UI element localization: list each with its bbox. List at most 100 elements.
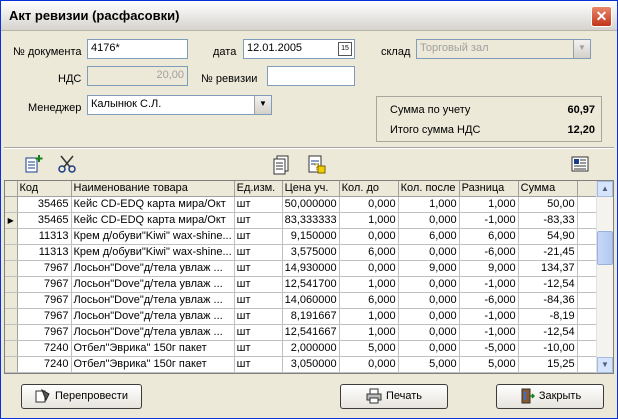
table-cell[interactable]: 0,000	[339, 196, 399, 213]
column-header[interactable]: Цена уч.	[282, 181, 340, 197]
table-cell[interactable]: 7240	[17, 356, 72, 373]
chevron-down-icon[interactable]: ▼	[573, 40, 590, 58]
table-cell[interactable]: шт	[234, 276, 283, 293]
calendar-icon[interactable]: 15	[338, 42, 352, 56]
table-cell[interactable]: 11313	[17, 228, 72, 245]
table-cell[interactable]: шт	[234, 196, 283, 213]
table-cell[interactable]: шт	[234, 340, 283, 357]
table-cell[interactable]: 0,000	[398, 276, 460, 293]
table-cell[interactable]: шт	[234, 228, 283, 245]
scroll-down-icon[interactable]: ▼	[597, 357, 613, 373]
column-header[interactable]: Кол. после	[398, 181, 460, 197]
table-cell[interactable]: 9,150000	[282, 228, 340, 245]
table-row[interactable]: 7240 Отбел"Эврика" 150г пакет шт 2,000000 5,…	[5, 340, 599, 357]
table-cell[interactable]: -5,000	[459, 340, 519, 357]
column-header[interactable]: Наименование товара	[71, 181, 235, 197]
table-cell[interactable]: -12,54	[518, 276, 578, 293]
table-cell[interactable]: 54,90	[518, 228, 578, 245]
table-cell[interactable]: -6,000	[459, 292, 519, 309]
table-cell[interactable]: 6,000	[339, 244, 399, 261]
chevron-down-icon[interactable]: ▼	[254, 96, 271, 114]
table-row[interactable]: ▶ 35465 Кейс CD-EDQ карта мира/Окт шт 83,333…	[5, 212, 599, 229]
table-row[interactable]: 7967 Лосьон"Dove"д/тела увлаж ... шт 14,930…	[5, 260, 599, 277]
vertical-scrollbar[interactable]: ▲ ▼	[596, 181, 613, 373]
table-cell[interactable]: 134,37	[518, 260, 578, 277]
table-cell[interactable]: 6,000	[459, 228, 519, 245]
table-cell[interactable]: 14,060000	[282, 292, 340, 309]
calculate-icon[interactable]: ?	[305, 153, 327, 175]
table-cell[interactable]: 50,000000	[282, 196, 340, 213]
table-cell[interactable]: 0,000	[398, 292, 460, 309]
table-cell[interactable]: Кейс CD-EDQ карта мира/Окт	[71, 196, 235, 213]
report-icon[interactable]	[569, 153, 591, 175]
table-cell[interactable]: 35465	[17, 212, 72, 229]
warehouse-select[interactable]: Торговый зал ▼	[416, 39, 591, 59]
table-cell[interactable]: -10,00	[518, 340, 578, 357]
table-cell[interactable]: 8,191667	[282, 308, 340, 325]
table-cell[interactable]: 5,000	[398, 356, 460, 373]
repost-button[interactable]: Перепровести	[21, 384, 142, 409]
table-cell[interactable]: -83,33	[518, 212, 578, 229]
table-cell[interactable]: -8,19	[518, 308, 578, 325]
table-cell[interactable]: 7967	[17, 260, 72, 277]
table-cell[interactable]: 1,000	[339, 212, 399, 229]
table-cell[interactable]: шт	[234, 356, 283, 373]
table-cell[interactable]: 1,000	[459, 196, 519, 213]
table-cell[interactable]: 7967	[17, 276, 72, 293]
items-grid[interactable]: Код Наименование товара Ед.изм. Цена уч.…	[4, 180, 614, 374]
document-icon[interactable]	[271, 153, 293, 175]
table-cell[interactable]: -84,36	[518, 292, 578, 309]
column-header[interactable]: Разница	[459, 181, 519, 197]
table-cell[interactable]: 1,000	[339, 276, 399, 293]
table-cell[interactable]: 35465	[17, 196, 72, 213]
manager-select[interactable]: Калынюк С.Л. ▼	[87, 95, 272, 115]
table-cell[interactable]: 0,000	[339, 356, 399, 373]
table-cell[interactable]: шт	[234, 244, 283, 261]
cut-icon[interactable]	[56, 153, 78, 175]
table-cell[interactable]: -1,000	[459, 212, 519, 229]
table-cell[interactable]: 5,000	[459, 356, 519, 373]
table-cell[interactable]: шт	[234, 212, 283, 229]
table-row[interactable]: 7967 Лосьон"Dove"д/тела увлаж ... шт 12,541…	[5, 324, 599, 341]
table-cell[interactable]: -21,45	[518, 244, 578, 261]
table-cell[interactable]: 12,541700	[282, 276, 340, 293]
table-cell[interactable]: 1,000	[339, 324, 399, 341]
table-cell[interactable]: шт	[234, 260, 283, 277]
table-cell[interactable]: 12,541667	[282, 324, 340, 341]
print-button[interactable]: Печать	[340, 384, 448, 409]
scroll-thumb[interactable]	[597, 231, 613, 265]
table-cell[interactable]: -1,000	[459, 276, 519, 293]
table-cell[interactable]: Кейс CD-EDQ карта мира/Окт	[71, 212, 235, 229]
table-cell[interactable]: Лосьон"Dove"д/тела увлаж ...	[71, 276, 235, 293]
table-cell[interactable]: 0,000	[398, 308, 460, 325]
table-row[interactable]: 7967 Лосьон"Dove"д/тела увлаж ... шт 12,541…	[5, 276, 599, 293]
table-cell[interactable]: Лосьон"Dove"д/тела увлаж ...	[71, 324, 235, 341]
table-cell[interactable]: шт	[234, 308, 283, 325]
table-cell[interactable]: -12,54	[518, 324, 578, 341]
table-cell[interactable]: Лосьон"Dove"д/тела увлаж ...	[71, 292, 235, 309]
table-cell[interactable]: 2,000000	[282, 340, 340, 357]
table-cell[interactable]: 14,930000	[282, 260, 340, 277]
table-cell[interactable]: 1,000	[398, 196, 460, 213]
column-header[interactable]: Код	[17, 181, 72, 197]
table-cell[interactable]: 15,25	[518, 356, 578, 373]
add-document-icon[interactable]	[23, 153, 45, 175]
table-cell[interactable]: 11313	[17, 244, 72, 261]
column-header[interactable]: Ед.изм.	[234, 181, 283, 197]
table-cell[interactable]: Лосьон"Dove"д/тела увлаж ...	[71, 260, 235, 277]
table-row[interactable]: 35465 Кейс CD-EDQ карта мира/Окт шт 50,0000…	[5, 196, 599, 213]
table-cell[interactable]: Отбел"Эврика" 150г пакет	[71, 356, 235, 373]
table-cell[interactable]: 6,000	[398, 228, 460, 245]
table-row[interactable]: 7967 Лосьон"Dove"д/тела увлаж ... шт 8,1916…	[5, 308, 599, 325]
table-row[interactable]: 11313 Крем д/обуви"Kiwi" wax-shine... шт 9,…	[5, 228, 599, 245]
table-cell[interactable]: 0,000	[339, 260, 399, 277]
title-bar[interactable]: Акт ревизии (расфасовки) ✕	[1, 1, 617, 31]
revision-number-field[interactable]	[267, 66, 355, 86]
close-window-button[interactable]: ✕	[591, 6, 612, 27]
table-cell[interactable]: 7967	[17, 308, 72, 325]
table-cell[interactable]: 0,000	[398, 340, 460, 357]
table-cell[interactable]: 0,000	[339, 228, 399, 245]
doc-number-field[interactable]: 4176*	[87, 39, 188, 59]
table-cell[interactable]: 7967	[17, 292, 72, 309]
table-cell[interactable]: 0,000	[398, 244, 460, 261]
